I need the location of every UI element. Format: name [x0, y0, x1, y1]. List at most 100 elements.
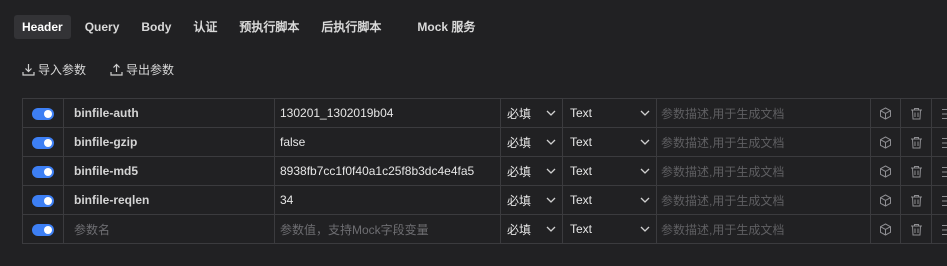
cube-icon — [880, 194, 891, 207]
required-select[interactable]: 必填 — [500, 185, 563, 215]
mock-cube-button[interactable] — [870, 185, 901, 215]
type-select[interactable]: Text — [562, 214, 657, 244]
chevron-down-icon — [640, 168, 650, 174]
mock-cube-button[interactable] — [870, 127, 901, 157]
cube-icon — [880, 136, 891, 149]
tab-mock-service[interactable]: Mock 服务 — [409, 15, 483, 39]
drag-handle[interactable] — [931, 127, 947, 157]
type-select[interactable]: Text — [562, 156, 657, 186]
param-description-field[interactable]: 参数描述,用于生成文档 — [656, 185, 871, 215]
chevron-down-icon — [546, 168, 556, 174]
cube-icon — [880, 165, 891, 178]
required-select[interactable]: 必填 — [500, 156, 563, 186]
tab-bar: Header Query Body 认证 预执行脚本 后执行脚本 Mock 服务 — [14, 14, 489, 40]
param-row: binfile-reqlen 34 必填 Text 参数描述,用于生成文档 — [22, 185, 947, 215]
new-param-row: 参数名 参数值，支持Mock字段变量 必填 Text 参数描述,用于生成文档 — [22, 214, 947, 244]
param-description-field[interactable]: 参数描述,用于生成文档 — [656, 156, 871, 186]
export-params-button[interactable]: 导出参数 — [110, 61, 174, 78]
tab-header[interactable]: Header — [14, 15, 71, 39]
enable-toggle[interactable] — [32, 165, 54, 178]
param-description-field[interactable]: 参数描述,用于生成文档 — [656, 98, 871, 128]
trash-icon — [910, 224, 922, 236]
chevron-down-icon — [640, 226, 650, 232]
chevron-down-icon — [546, 197, 556, 203]
tab-auth[interactable]: 认证 — [185, 15, 225, 39]
param-key-field[interactable]: binfile-md5 — [63, 156, 275, 186]
mock-cube-button[interactable] — [870, 156, 901, 186]
required-select-value: 必填 — [507, 106, 532, 121]
trash-icon — [910, 166, 922, 178]
param-actions: 导入参数 导出参数 — [22, 61, 198, 78]
required-select-value: 必填 — [507, 135, 532, 150]
required-select[interactable]: 必填 — [500, 214, 563, 244]
mock-cube-button[interactable] — [870, 214, 901, 244]
param-key-field[interactable]: 参数名 — [63, 214, 275, 244]
delete-row-button[interactable] — [900, 156, 932, 186]
tab-query[interactable]: Query — [77, 15, 128, 39]
trash-icon — [910, 195, 922, 207]
param-key-field[interactable]: binfile-gzip — [63, 127, 275, 157]
type-select[interactable]: Text — [562, 127, 657, 157]
upload-icon — [110, 63, 123, 76]
chevron-down-icon — [546, 139, 556, 145]
param-row: binfile-auth 130201_1302019b04 必填 Text 参… — [22, 98, 947, 128]
chevron-down-icon — [546, 226, 556, 232]
import-params-label: 导入参数 — [38, 63, 87, 77]
cube-icon — [880, 107, 891, 120]
download-icon — [22, 64, 35, 76]
required-select-value: 必填 — [507, 222, 532, 237]
type-select-value: Text — [570, 135, 593, 149]
drag-handle[interactable] — [931, 214, 947, 244]
param-value-field[interactable]: 8938fb7cc1f0f40a1c25f8b3dc4e4fa5 — [274, 156, 501, 186]
chevron-down-icon — [640, 197, 650, 203]
param-key-field[interactable]: binfile-reqlen — [63, 185, 275, 215]
type-select-value: Text — [570, 164, 593, 178]
export-params-label: 导出参数 — [126, 63, 175, 77]
param-value-field[interactable]: false — [274, 127, 501, 157]
tab-body[interactable]: Body — [133, 15, 179, 39]
drag-handle[interactable] — [931, 185, 947, 215]
delete-row-button[interactable] — [900, 185, 932, 215]
type-select-value: Text — [570, 222, 593, 236]
required-select[interactable]: 必填 — [500, 127, 563, 157]
type-select[interactable]: Text — [562, 185, 657, 215]
required-select-value: 必填 — [507, 164, 532, 179]
param-value-field[interactable]: 参数值，支持Mock字段变量 — [274, 214, 501, 244]
tab-pre-script[interactable]: 预执行脚本 — [231, 15, 307, 39]
enable-toggle[interactable] — [32, 223, 54, 236]
param-row: binfile-md5 8938fb7cc1f0f40a1c25f8b3dc4e… — [22, 156, 947, 186]
type-select-value: Text — [570, 193, 593, 207]
mock-cube-button[interactable] — [870, 98, 901, 128]
drag-handle[interactable] — [931, 156, 947, 186]
enable-toggle[interactable] — [32, 107, 54, 120]
menu-icon — [942, 108, 947, 119]
chevron-down-icon — [546, 110, 556, 116]
param-value-field[interactable]: 130201_1302019b04 — [274, 98, 501, 128]
chevron-down-icon — [640, 110, 650, 116]
param-description-field[interactable]: 参数描述,用于生成文档 — [656, 127, 871, 157]
cube-icon — [880, 223, 891, 236]
menu-icon — [942, 224, 947, 235]
required-select-value: 必填 — [507, 193, 532, 208]
tab-post-script[interactable]: 后执行脚本 — [313, 15, 389, 39]
trash-icon — [910, 108, 922, 120]
delete-row-button[interactable] — [900, 214, 932, 244]
delete-row-button[interactable] — [900, 127, 932, 157]
menu-icon — [942, 137, 947, 148]
param-key-field[interactable]: binfile-auth — [63, 98, 275, 128]
menu-icon — [942, 195, 947, 206]
required-select[interactable]: 必填 — [500, 98, 563, 128]
enable-toggle[interactable] — [32, 136, 54, 149]
type-select[interactable]: Text — [562, 98, 657, 128]
param-description-field[interactable]: 参数描述,用于生成文档 — [656, 214, 871, 244]
type-select-value: Text — [570, 106, 593, 120]
enable-toggle[interactable] — [32, 194, 54, 207]
menu-icon — [942, 166, 947, 177]
import-params-button[interactable]: 导入参数 — [22, 61, 86, 78]
chevron-down-icon — [640, 139, 650, 145]
param-value-field[interactable]: 34 — [274, 185, 501, 215]
drag-handle[interactable] — [931, 98, 947, 128]
header-params-table: binfile-auth 130201_1302019b04 必填 Text 参… — [22, 98, 947, 244]
param-row: binfile-gzip false 必填 Text 参数描述,用于生成文档 — [22, 127, 947, 157]
delete-row-button[interactable] — [900, 98, 932, 128]
